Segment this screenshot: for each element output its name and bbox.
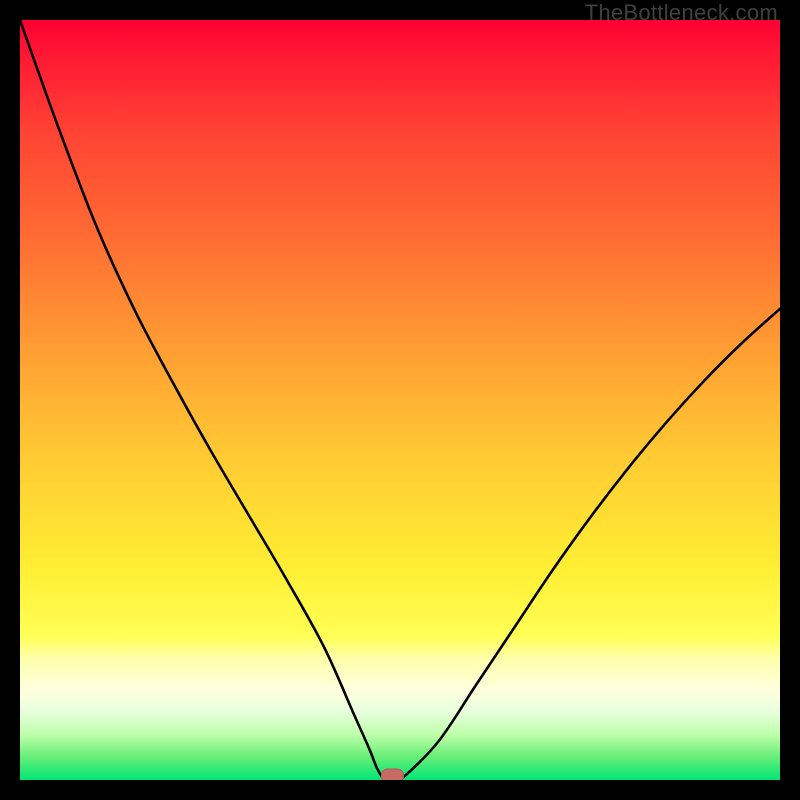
optimal-marker-icon bbox=[381, 769, 403, 780]
chart-frame: TheBottleneck.com bbox=[0, 0, 800, 800]
bottleneck-curve-line bbox=[20, 20, 780, 780]
plot-area bbox=[20, 20, 780, 780]
chart-svg bbox=[20, 20, 780, 780]
